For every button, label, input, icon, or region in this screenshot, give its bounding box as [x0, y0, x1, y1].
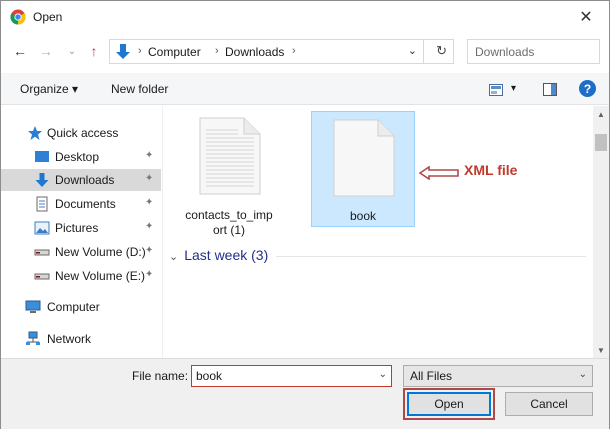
group-header-last-week[interactable]: ⌄ Last week (3)	[169, 247, 268, 263]
file-name-field[interactable]: book ⌄	[191, 365, 392, 387]
scroll-down-icon[interactable]: ▼	[593, 342, 609, 358]
sidebar-item-volume-d[interactable]: New Volume (D:) ✦	[1, 241, 161, 263]
file-item-book[interactable]: book	[311, 111, 415, 227]
breadcrumb-downloads[interactable]: Downloads	[225, 45, 284, 59]
file-type-select[interactable]: All Files ⌄	[403, 365, 593, 387]
sidebar-item-label: Quick access	[47, 126, 119, 140]
sidebar-item-downloads[interactable]: Downloads ✦	[1, 169, 161, 191]
navigation-pane: Quick access Desktop ✦ Downloads ✦ Docum…	[1, 106, 161, 358]
desktop-icon	[35, 151, 49, 162]
pin-icon[interactable]: ✦	[145, 173, 153, 184]
help-icon[interactable]: ?	[579, 80, 596, 97]
file-name-value: book	[196, 369, 223, 383]
chevron-down-icon: ⌄	[578, 369, 587, 380]
address-dropdown-icon[interactable]: ⌄	[408, 44, 417, 57]
drive-icon	[34, 273, 50, 280]
sidebar-item-computer[interactable]: Computer	[1, 296, 161, 318]
scroll-up-icon[interactable]: ▲	[593, 106, 609, 122]
blank-file-icon	[333, 119, 395, 197]
command-toolbar: Organize ▾ New folder ▾ ?	[1, 73, 609, 105]
pin-icon[interactable]: ✦	[145, 197, 153, 208]
cancel-button[interactable]: Cancel	[505, 392, 593, 416]
pin-icon[interactable]: ✦	[145, 221, 153, 232]
view-dropdown-icon[interactable]: ▾	[511, 83, 516, 94]
search-input[interactable]: Downloads	[467, 39, 600, 64]
back-arrow-icon: ←	[13, 43, 27, 59]
up-button[interactable]: ↑	[85, 41, 103, 61]
sidebar-item-label: Documents	[55, 197, 116, 211]
sidebar-item-desktop[interactable]: Desktop ✦	[1, 146, 161, 168]
organize-button[interactable]: Organize ▾	[20, 82, 78, 96]
sidebar-item-label: Network	[47, 332, 92, 346]
pin-icon[interactable]: ✦	[145, 269, 153, 280]
forward-arrow-icon: →	[39, 43, 53, 59]
file-name: book	[349, 209, 377, 223]
sidebar-item-label: Computer	[47, 300, 100, 314]
open-dialog: Open ✕ ← → ⌄ ↑ › Computer › Downloads ›	[0, 0, 610, 429]
annotation-arrow-icon	[419, 166, 459, 180]
address-bar[interactable]: › Computer › Downloads › ⌄ ↻	[109, 39, 454, 64]
close-button[interactable]: ✕	[571, 5, 601, 29]
sidebar-item-volume-e[interactable]: New Volume (E:) ✦	[1, 265, 161, 287]
help-glyph: ?	[583, 81, 592, 96]
pin-icon[interactable]: ✦	[145, 245, 153, 256]
sidebar-item-label: New Volume (E:)	[55, 269, 146, 283]
document-icon	[36, 196, 48, 212]
drive-icon	[34, 249, 50, 256]
group-label: Last week (3)	[184, 247, 269, 263]
file-name-line: ort (1)	[212, 223, 245, 237]
annotation-label: XML file	[464, 162, 518, 178]
chevron-down-icon: ⌄	[169, 251, 179, 263]
chrome-icon	[10, 9, 26, 25]
picture-icon	[34, 221, 50, 235]
text-file-icon	[199, 117, 261, 195]
change-view-icon[interactable]	[489, 84, 503, 96]
file-name-line: contacts_to_imp	[185, 208, 273, 222]
sidebar-item-network[interactable]: Network	[1, 328, 161, 350]
recent-locations-button[interactable]: ⌄	[63, 41, 81, 61]
back-button[interactable]: ←	[11, 41, 29, 61]
star-icon	[28, 126, 42, 140]
file-item-contacts[interactable]: contacts_to_imp ort (1)	[177, 112, 281, 237]
pin-icon[interactable]: ✦	[145, 150, 153, 161]
breadcrumb-separator: ›	[292, 45, 296, 57]
divider	[423, 40, 424, 63]
new-folder-button[interactable]: New folder	[111, 82, 168, 96]
file-name: contacts_to_imp ort (1)	[177, 208, 281, 238]
download-arrow-icon	[35, 173, 49, 187]
breadcrumb-separator: ›	[138, 45, 142, 57]
sidebar-item-quick-access[interactable]: Quick access	[1, 122, 161, 144]
sidebar-item-documents[interactable]: Documents ✦	[1, 193, 161, 215]
computer-icon	[25, 300, 41, 313]
sidebar-item-label: Desktop	[55, 150, 100, 164]
file-name-label: File name:	[132, 369, 189, 383]
breadcrumb-separator: ›	[215, 45, 219, 57]
open-button[interactable]: Open	[407, 392, 491, 416]
sidebar-item-label: Downloads	[55, 173, 115, 187]
preview-pane-icon[interactable]	[543, 83, 557, 96]
window-title: Open	[33, 10, 63, 24]
sidebar-item-label: Pictures	[55, 221, 99, 235]
sidebar-item-label: New Volume (D:)	[55, 245, 146, 259]
file-type-value: All Files	[410, 369, 453, 383]
close-icon: ✕	[579, 9, 593, 26]
forward-button[interactable]: →	[37, 41, 55, 61]
download-folder-icon	[116, 44, 130, 59]
title-bar: Open ✕	[1, 1, 609, 33]
navigation-row: ← → ⌄ ↑ › Computer › Downloads › ⌄ ↻ Dow…	[1, 35, 609, 69]
file-list: contacts_to_imp ort (1) book ⌄ Last week …	[162, 106, 593, 358]
vertical-scrollbar[interactable]: ▲ ▼	[593, 106, 609, 358]
refresh-icon[interactable]: ↻	[436, 43, 447, 59]
up-arrow-icon: ↑	[90, 43, 98, 59]
sidebar-item-pictures[interactable]: Pictures ✦	[1, 217, 161, 239]
network-icon	[26, 331, 40, 345]
scroll-thumb[interactable]	[595, 134, 607, 151]
breadcrumb-computer[interactable]: Computer	[148, 45, 201, 59]
chevron-down-icon: ⌄	[67, 45, 77, 57]
chevron-down-icon[interactable]: ⌄	[379, 369, 387, 380]
group-divider	[276, 256, 586, 257]
